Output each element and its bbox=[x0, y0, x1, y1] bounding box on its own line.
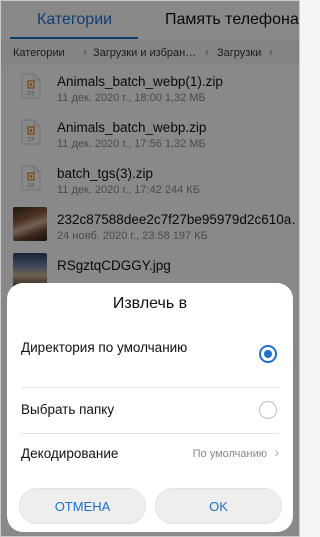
ok-button[interactable]: OK bbox=[155, 488, 282, 524]
dialog-title: Извлечь в bbox=[112, 295, 188, 312]
radio-default-directory[interactable] bbox=[259, 345, 277, 363]
screen: Категории Память телефона Категории › За… bbox=[0, 0, 300, 537]
decoding-label: Декодирование bbox=[21, 446, 119, 461]
radio-choose-folder[interactable] bbox=[259, 401, 277, 419]
option-decoding[interactable]: Декодирование По умолчанию › bbox=[7, 433, 293, 473]
extract-to-dialog: Извлечь в Директория по умолчанию Выбрат… bbox=[7, 283, 293, 532]
option-choose-folder[interactable]: Выбрать папку bbox=[7, 387, 293, 433]
chevron-right-icon: › bbox=[274, 444, 279, 460]
option-label: Выбрать папку bbox=[21, 402, 115, 417]
decoding-value: По умолчанию bbox=[192, 448, 267, 460]
option-default-directory[interactable]: Директория по умолчанию bbox=[7, 335, 293, 387]
cancel-button[interactable]: ОТМЕНА bbox=[19, 488, 146, 524]
option-label: Директория по умолчанию bbox=[21, 340, 188, 355]
